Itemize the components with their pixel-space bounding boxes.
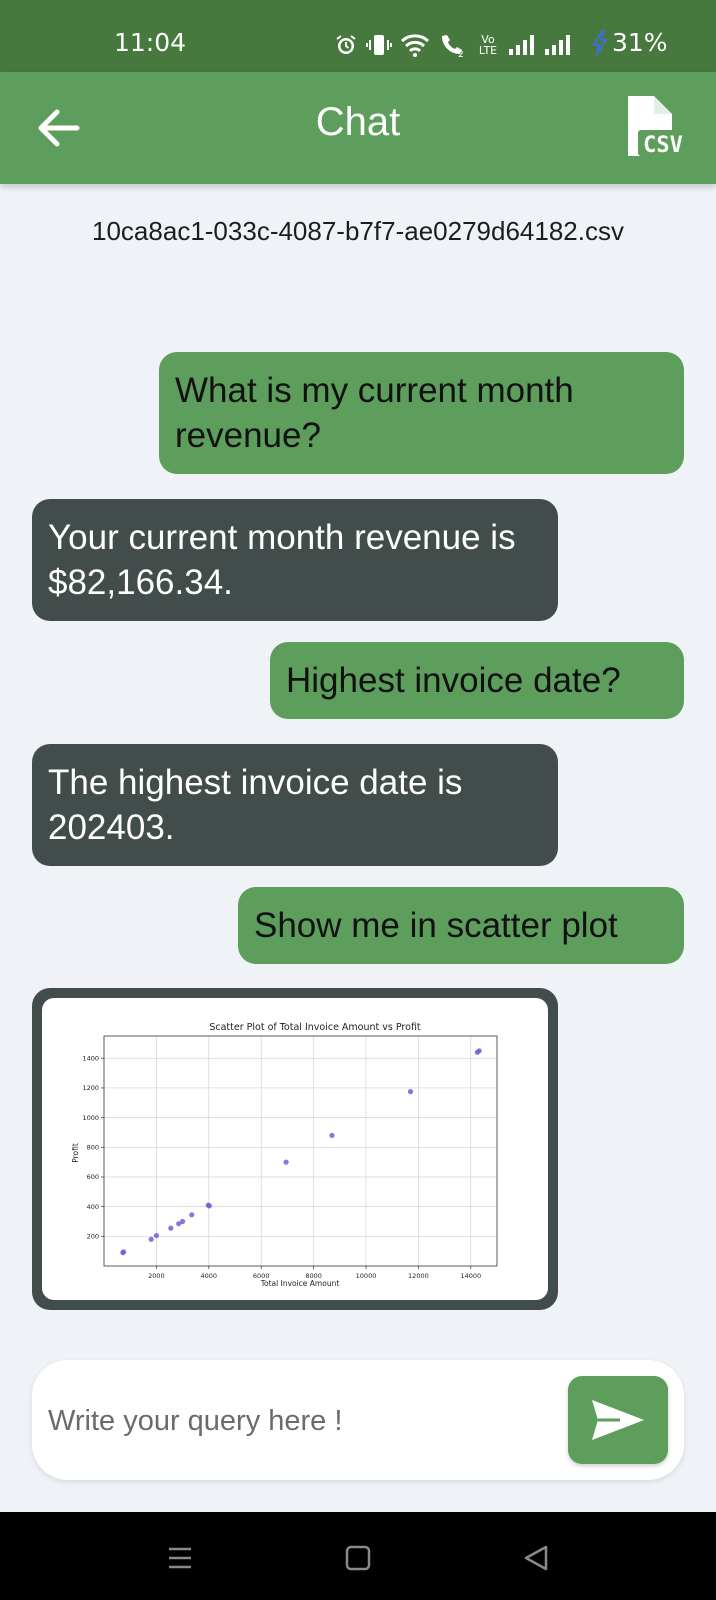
system-nav-bar <box>0 1512 716 1600</box>
status-icons: 2 Vo LTE <box>334 30 572 60</box>
y-tick-label: 1000 <box>82 1114 99 1122</box>
page-title: Chat <box>315 100 401 144</box>
csv-file-button[interactable]: CSV <box>622 90 694 162</box>
square-icon <box>345 1545 371 1571</box>
x-tick-label: 12000 <box>408 1272 429 1280</box>
user-message: Highest invoice date? <box>270 642 684 719</box>
wifi-icon <box>400 34 430 57</box>
query-input[interactable] <box>48 1396 568 1446</box>
message-text: Show me in scatter plot <box>254 906 618 945</box>
battery-indicator: 31% <box>592 28 668 57</box>
send-button[interactable] <box>568 1376 668 1464</box>
x-axis-label: Total Invoice Amount <box>260 1279 340 1288</box>
svg-text:CSV: CSV <box>643 133 683 158</box>
scatter-point <box>283 1159 289 1165</box>
status-time: 11:04 <box>114 28 187 57</box>
recent-apps-button[interactable] <box>160 1538 200 1578</box>
message-text: Your current month revenue is $82,166.34… <box>48 518 516 602</box>
y-tick-label: 800 <box>87 1143 99 1151</box>
csv-file-icon: CSV <box>628 96 688 158</box>
battery-percent: 31% <box>612 28 668 57</box>
vibrate-icon <box>366 35 392 55</box>
scatter-point <box>189 1212 195 1218</box>
bot-message: Your current month revenue is $82,166.34… <box>32 499 558 621</box>
signal-1-icon <box>509 35 534 55</box>
y-tick-label: 1400 <box>82 1054 99 1062</box>
plot-area <box>103 1035 498 1267</box>
x-tick-label: 10000 <box>356 1272 377 1280</box>
scatter-point <box>148 1236 154 1242</box>
bot-message: The highest invoice date is 202403. <box>32 744 558 866</box>
charging-icon <box>592 29 608 56</box>
scatter-point <box>153 1232 159 1239</box>
scatter-point <box>206 1203 212 1209</box>
menu-lines-icon <box>169 1547 191 1569</box>
scatter-point <box>329 1132 335 1139</box>
file-name: 10ca8ac1-033c-4087-b7f7-ae0279d64182.csv <box>92 216 624 246</box>
status-bar: 11:04 2 Vo LTE 31% <box>0 0 716 72</box>
app-bar: Chat CSV <box>0 72 716 184</box>
query-input-bar <box>32 1360 684 1480</box>
chart-title: Scatter Plot of Total Invoice Amount vs … <box>209 1022 421 1033</box>
x-tick-label: 4000 <box>201 1272 218 1280</box>
scatter-point <box>121 1249 127 1255</box>
user-message: Show me in scatter plot <box>238 887 684 964</box>
user-message: What is my current month revenue? <box>159 352 684 474</box>
y-tick-label: 600 <box>87 1173 99 1181</box>
y-axis-label: Profit <box>71 1143 80 1163</box>
message-text: Highest invoice date? <box>286 661 621 700</box>
home-button[interactable] <box>338 1538 378 1578</box>
lte-indicator: Vo LTE <box>478 33 498 57</box>
chart-image: Scatter Plot of Total Invoice Amount vs … <box>42 998 548 1300</box>
scatter-point <box>407 1089 414 1095</box>
alarm-icon <box>336 35 356 54</box>
wifi-call-icon: 2 <box>442 35 464 58</box>
send-icon <box>592 1400 644 1440</box>
y-tick-label: 400 <box>87 1203 99 1211</box>
signal-2-icon <box>545 35 570 55</box>
scatter-point <box>180 1218 186 1225</box>
svg-text:2: 2 <box>458 50 464 58</box>
y-tick-label: 200 <box>87 1233 99 1241</box>
scatter-plot: Scatter Plot of Total Invoice Amount vs … <box>71 1022 498 1288</box>
x-tick-label: 14000 <box>460 1272 481 1280</box>
scatter-point <box>168 1225 174 1231</box>
message-text: The highest invoice date is 202403. <box>48 763 463 847</box>
back-nav-button[interactable] <box>516 1538 556 1578</box>
scatter-point <box>476 1048 482 1054</box>
bot-chart-message: Scatter Plot of Total Invoice Amount vs … <box>32 988 558 1310</box>
triangle-back-icon <box>524 1545 548 1571</box>
x-tick-label: 2000 <box>148 1272 165 1280</box>
y-tick-label: 1200 <box>82 1084 99 1092</box>
message-text: What is my current month revenue? <box>175 371 574 455</box>
